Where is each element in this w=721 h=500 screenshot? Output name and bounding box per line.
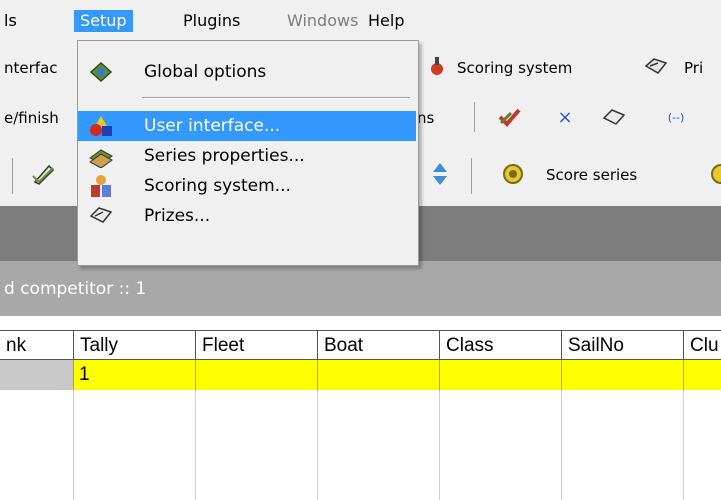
column-header-tally[interactable]: Tally <box>73 330 195 360</box>
table-cell-fleet[interactable] <box>195 360 317 390</box>
globe-icon <box>88 60 114 84</box>
menu-bar: ls Setup Plugins Windows Help <box>0 0 721 40</box>
setup-dropdown-menu: Global options User interface... Series … <box>77 40 419 266</box>
menu-help[interactable]: Help <box>368 10 404 32</box>
competitor-grid: nk Tally Fleet Boat Class SailNo Clu 1 <box>0 316 721 500</box>
grid-line <box>439 390 440 500</box>
grid-line <box>561 390 562 500</box>
menu-item-label: Global options <box>144 62 267 82</box>
eraser-icon[interactable] <box>602 105 626 129</box>
menu-windows[interactable]: Windows <box>287 10 358 32</box>
table-cell-class[interactable] <box>439 360 561 390</box>
books-icon <box>88 144 114 169</box>
table-cell-sailno[interactable] <box>561 360 683 390</box>
competitor-panel-title: d competitor :: 1 <box>4 279 147 299</box>
column-header-rank[interactable]: nk <box>0 330 73 360</box>
menu-item-label: Series properties... <box>144 146 305 166</box>
toolbar-separator <box>474 102 475 132</box>
score-series-icon[interactable] <box>500 160 526 188</box>
prizes-icon <box>88 204 114 228</box>
table-cell-boat[interactable] <box>317 360 439 390</box>
grid-line <box>195 390 196 500</box>
table-cell-tally[interactable]: 1 <box>73 360 195 390</box>
toolbar-scoring-system-label[interactable]: Scoring system <box>457 58 572 78</box>
check-edit-icon[interactable] <box>496 104 524 130</box>
toolbar-finish-partial[interactable]: e/finish <box>4 108 59 128</box>
menu-plugins[interactable]: Plugins <box>183 10 240 32</box>
grid-line <box>73 390 74 500</box>
shapes-icon <box>88 114 114 138</box>
toolbar-score-series-label[interactable]: Score series <box>546 165 637 185</box>
table-cell-club[interactable] <box>683 360 721 390</box>
toolbar-next-icon-partial[interactable] <box>708 160 721 188</box>
prizes-icon[interactable] <box>643 55 669 77</box>
menu-item-scoring-system[interactable]: Scoring system... <box>78 171 416 201</box>
menu-item-label: Prizes... <box>144 206 211 226</box>
grid-line <box>683 390 684 500</box>
competitor-panel-header: d competitor :: 1 <box>0 261 721 316</box>
column-header-boat[interactable]: Boat <box>317 330 439 360</box>
delete-icon[interactable]: × <box>556 106 574 128</box>
table-cell-rank[interactable] <box>0 360 73 390</box>
sort-arrows-icon[interactable] <box>430 161 450 187</box>
menu-item-label: Scoring system... <box>144 176 291 196</box>
menu-separator <box>142 97 410 99</box>
toolbar-user-interface-partial[interactable]: nterfac <box>4 58 58 78</box>
menu-item-series-properties[interactable]: Series properties... <box>78 141 416 171</box>
column-header-sailno[interactable]: SailNo <box>561 330 683 360</box>
toolbar-ins-partial[interactable]: ns <box>417 108 434 128</box>
column-header-club[interactable]: Clu <box>683 330 721 360</box>
grid-line <box>317 390 318 500</box>
menu-item-global-options[interactable]: Global options <box>78 57 416 87</box>
menu-item-user-interface[interactable]: User interface... <box>78 111 416 141</box>
menu-item-prizes[interactable]: Prizes... <box>78 201 416 231</box>
pencil-check-icon[interactable] <box>30 160 56 188</box>
toolbar-separator <box>12 158 13 194</box>
menu-setup[interactable]: Setup <box>74 10 133 32</box>
column-header-class[interactable]: Class <box>439 330 561 360</box>
toolbar-prizes-partial[interactable]: Pri <box>684 58 703 78</box>
menu-item-label: User interface... <box>144 116 281 136</box>
scoring-system-icon <box>88 174 114 198</box>
scoring-system-icon[interactable] <box>426 55 448 77</box>
toolbar-separator <box>471 158 472 194</box>
range-icon[interactable]: (--) <box>666 106 686 128</box>
column-header-fleet[interactable]: Fleet <box>195 330 317 360</box>
menu-tools-partial[interactable]: ls <box>4 10 17 32</box>
